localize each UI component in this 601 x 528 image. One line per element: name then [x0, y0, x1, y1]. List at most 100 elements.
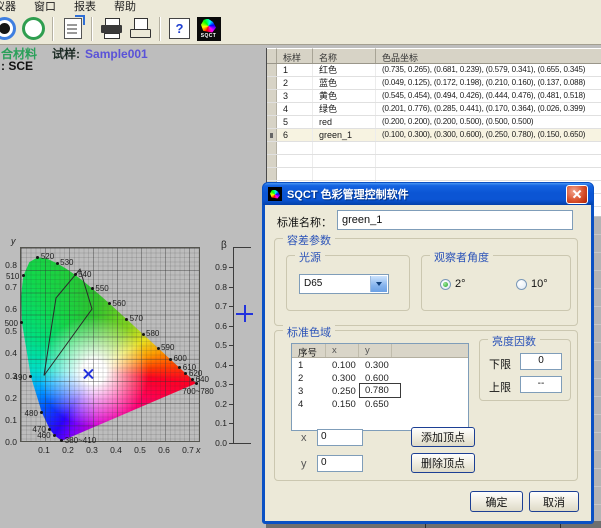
wavelength-label: 510 — [0, 272, 19, 281]
cell-name: red — [313, 116, 376, 128]
app-window: 仪器窗口报表帮助 ? SQCT 合材料试 — [0, 0, 601, 528]
beta-tick — [229, 287, 233, 288]
wavelength-label: 480 — [11, 409, 38, 418]
radio-observer-10-label: 10° — [531, 278, 548, 290]
cancel-button[interactable]: 取消 — [529, 491, 579, 512]
row-selector — [267, 155, 277, 167]
vertex-list-header: 序号xy — [292, 344, 468, 358]
table-row-empty — [267, 155, 601, 168]
y-tick-label: 0.0 — [0, 437, 17, 447]
delete-vertex-button[interactable]: 删除顶点 — [411, 453, 475, 473]
x-coord-label: x — [301, 432, 307, 444]
y-tick-label: 0.4 — [0, 348, 17, 358]
y-tick-label: 0.7 — [0, 282, 17, 292]
beta-marker — [244, 305, 246, 322]
beta-tick — [229, 423, 233, 424]
vertex-y: 0.650 — [359, 398, 392, 410]
wavelength-label: 530 — [60, 258, 73, 267]
beta-tick-label: 0.7 — [208, 301, 227, 311]
vertex-index: 3 — [292, 385, 326, 397]
table-row-empty — [267, 142, 601, 155]
beta-tick-label: 0.3 — [208, 379, 227, 389]
beta-tick-label: 0.8 — [208, 282, 227, 292]
y-tick-label: 0.8 — [0, 260, 17, 270]
row-selector — [267, 64, 277, 76]
wavelength-label: 560 — [113, 299, 126, 308]
beta-tick-label: 0.0 — [208, 438, 227, 448]
radio-observer-2-label: 2° — [455, 278, 466, 290]
wavelength-label: 380~410 — [65, 436, 96, 445]
combo-dropdown-button[interactable] — [370, 276, 387, 292]
vertex-index: 1 — [292, 359, 326, 371]
radio-observer-10[interactable]: 10° — [516, 278, 548, 290]
vertex-column-0: 序号 — [292, 344, 326, 357]
table-row[interactable]: 2蓝色(0.049, 0.125), (0.172, 0.198), (0.21… — [267, 77, 601, 90]
wavelength-dot — [157, 347, 160, 350]
cell-id: 4 — [277, 103, 313, 115]
wavelength-dot — [53, 434, 56, 437]
cell-name: 黄色 — [313, 90, 376, 102]
beta-axis-label: β — [221, 240, 227, 251]
wavelength-dot — [56, 262, 59, 265]
row-selector — [267, 129, 277, 141]
row-selector — [267, 103, 277, 115]
table-row[interactable]: 6green_1(0.100, 0.300), (0.300, 0.600), … — [267, 129, 601, 142]
wavelength-label: 570 — [130, 314, 143, 323]
vertex-row[interactable]: 10.1000.300 — [292, 358, 468, 371]
brightness-group: 亮度因数 下限 0 上限 -- — [479, 339, 571, 401]
x-tick-label: 0.2 — [58, 445, 78, 455]
cell-coords: (0.735, 0.265), (0.681, 0.239), (0.579, … — [376, 64, 601, 76]
beta-tick-label: 0.4 — [208, 360, 227, 370]
vertex-y-edit-input[interactable]: 0.780 — [359, 383, 401, 398]
vertex-row[interactable]: 40.1500.650 — [292, 397, 468, 410]
cell-id: 5 — [277, 116, 313, 128]
x-coord-input[interactable]: 0 — [317, 429, 363, 446]
gamut-polygon — [44, 269, 92, 375]
standard-name-input[interactable]: green_1 — [337, 210, 573, 230]
vertex-list[interactable]: 序号xy 10.1000.30020.3000.60030.2500.78040… — [291, 343, 469, 431]
y-coord-input[interactable]: 0 — [317, 455, 363, 472]
radio-observer-2[interactable]: 2° — [440, 278, 466, 290]
y-tick-label: 0.2 — [0, 393, 17, 403]
cell-coords — [376, 155, 601, 167]
cell-coords: (0.200, 0.200), (0.200, 0.500), (0.500, … — [376, 116, 601, 128]
table-row[interactable]: 5red(0.200, 0.200), (0.200, 0.500), (0.5… — [267, 116, 601, 129]
dialog-titlebar: SQCT 色彩管理控制软件 — [263, 183, 593, 205]
row-selector — [267, 90, 277, 102]
cell-name: 绿色 — [313, 103, 376, 115]
cell-coords: (0.545, 0.454), (0.494, 0.426), (0.444, … — [376, 90, 601, 102]
wavelength-dot — [125, 318, 128, 321]
observer-group-label: 观察者角度 — [430, 249, 493, 265]
table-row[interactable]: 3黄色(0.545, 0.454), (0.494, 0.426), (0.44… — [267, 90, 601, 103]
upper-limit-label: 上限 — [489, 379, 511, 395]
cell-name — [313, 168, 376, 180]
cell-id: 6 — [277, 129, 313, 141]
column-header-0: 标样 — [277, 48, 313, 63]
tolerance-group: 容差参数 光源 D65 观察者角度 2° 10° — [274, 238, 578, 326]
radio-dot-icon — [516, 279, 527, 290]
cell-coords: (0.100, 0.300), (0.300, 0.600), (0.250, … — [376, 129, 601, 141]
vertex-row[interactable]: 30.2500.780 — [292, 384, 468, 397]
add-vertex-button[interactable]: 添加顶点 — [411, 427, 475, 447]
cell-name: 蓝色 — [313, 77, 376, 89]
close-icon[interactable] — [566, 185, 588, 204]
wavelength-label: 490 — [0, 373, 27, 382]
ok-button[interactable]: 确定 — [470, 491, 523, 512]
wavelength-label: 500 — [0, 319, 18, 328]
upper-limit-input[interactable]: -- — [520, 376, 562, 393]
row-selector — [267, 142, 277, 154]
light-source-combo[interactable]: D65 — [299, 274, 389, 294]
vertex-x: 0.250 — [326, 385, 359, 397]
beta-tick-label: 0.5 — [208, 340, 227, 350]
table-row[interactable]: 4绿色(0.201, 0.776), (0.285, 0.441), (0.17… — [267, 103, 601, 116]
dialog-color-standard: SQCT 色彩管理控制软件 标准名称： green_1 容差参数 光源 D65 … — [262, 182, 594, 524]
wavelength-dot — [169, 358, 172, 361]
table-row[interactable]: 1红色(0.735, 0.265), (0.681, 0.239), (0.57… — [267, 64, 601, 77]
cell-name — [313, 142, 376, 154]
chevron-down-icon — [376, 282, 382, 286]
x-tick-label: 0.1 — [34, 445, 54, 455]
table-row-empty — [267, 168, 601, 181]
beta-axis-bottom-cap — [233, 443, 251, 444]
lower-limit-input[interactable]: 0 — [520, 353, 562, 370]
beta-tick — [229, 267, 233, 268]
